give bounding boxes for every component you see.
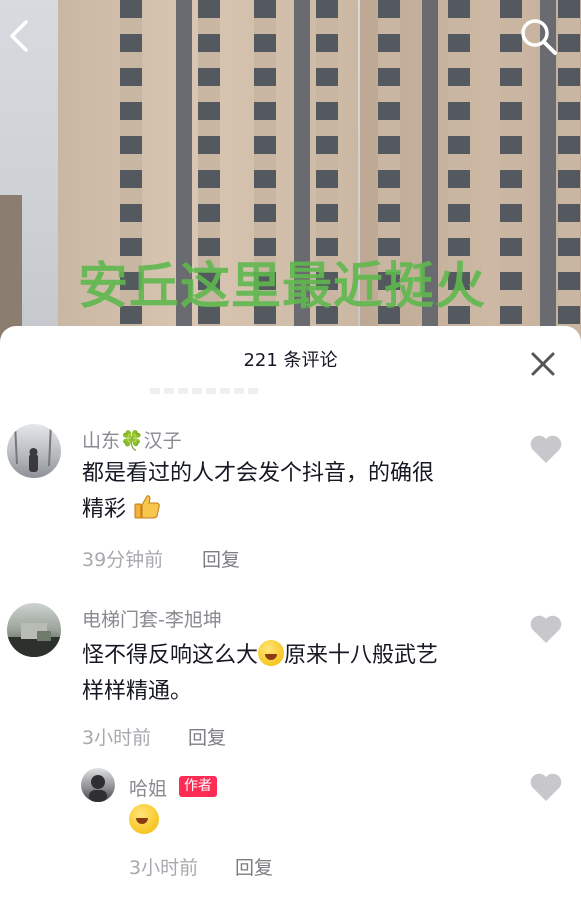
thumbs-up-emoji-icon <box>133 492 160 519</box>
reply-username[interactable]: 哈姐 <box>129 774 167 801</box>
comments-sheet: 221 条评论 山东🍀汉子 都是看过的人才会发个抖音，的确很 精彩 39分钟前 … <box>0 326 581 898</box>
back-arrow-icon[interactable] <box>6 16 34 60</box>
video-player[interactable]: 安丘这里最近挺火 <box>0 0 581 345</box>
reply-time: 3小时前 <box>129 857 199 879</box>
comment-username[interactable]: 山东🍀汉子 <box>82 426 182 453</box>
rofl-emoji-icon <box>129 804 159 834</box>
search-icon[interactable] <box>518 16 560 62</box>
reply-text <box>129 804 159 842</box>
reply-button[interactable]: 回复 <box>188 723 226 750</box>
like-heart-icon[interactable] <box>529 614 563 648</box>
comment-text: 都是看过的人才会发个抖音，的确很 精彩 <box>82 461 435 522</box>
building-left <box>0 195 22 345</box>
comments-count-title: 221 条评论 <box>243 350 338 371</box>
reply-button[interactable]: 回复 <box>235 853 273 880</box>
comment-time: 3小时前 <box>82 727 152 749</box>
avatar[interactable] <box>7 603 61 657</box>
faded-comment-remnant <box>150 388 260 394</box>
avatar[interactable] <box>7 424 61 478</box>
comment-text: 怪不得反响这么大 原来十八般武艺 样样精通。 <box>82 638 512 710</box>
like-heart-icon[interactable] <box>529 772 563 806</box>
comment-username[interactable]: 电梯门套-李旭坤 <box>82 605 222 632</box>
close-icon[interactable] <box>527 348 559 384</box>
video-overlay-text: 安丘这里最近挺火 <box>78 257 486 315</box>
comment-time: 39分钟前 <box>82 549 164 571</box>
rofl-emoji-icon <box>258 640 285 666</box>
reply-button[interactable]: 回复 <box>202 545 240 572</box>
like-heart-icon[interactable] <box>529 434 563 468</box>
author-badge: 作者 <box>179 776 217 797</box>
avatar[interactable] <box>81 768 115 802</box>
